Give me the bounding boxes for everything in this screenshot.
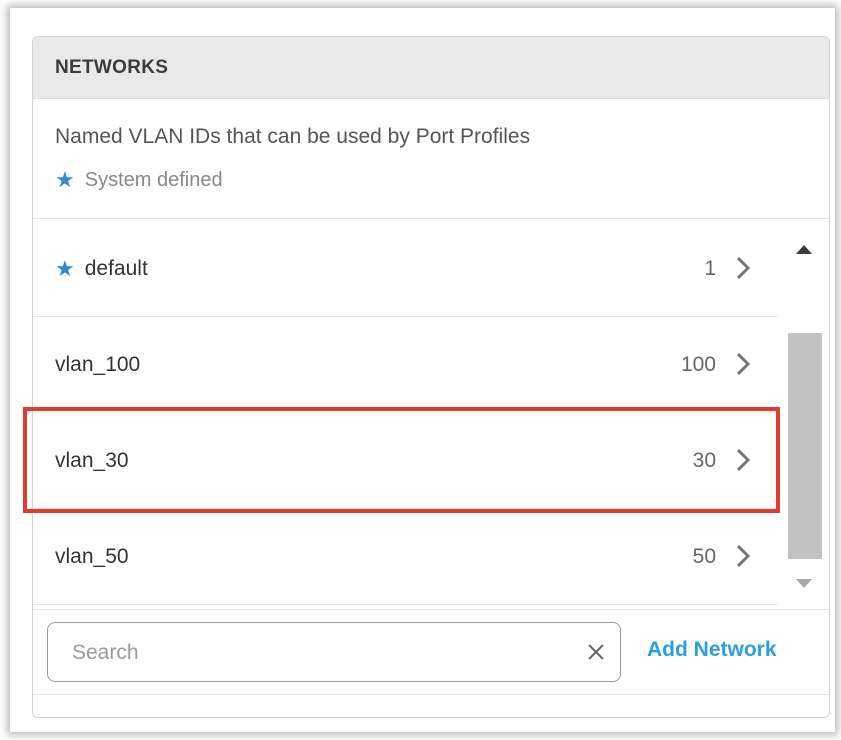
legend-label: System defined [84,168,223,191]
network-name: vlan_30 [55,448,129,472]
footer-divider [33,694,829,695]
clear-icon[interactable] [586,642,606,662]
network-name: ★ default [55,256,148,282]
chevron-right-icon [736,544,751,568]
network-row-vlan_50[interactable]: vlan_50 50 [33,509,778,605]
network-row-default[interactable]: ★ default 1 [33,221,778,317]
chevron-right-icon [736,352,751,376]
add-network-button[interactable]: Add Network [647,638,777,662]
chevron-right-icon [736,256,751,280]
system-defined-legend: ★ System defined [55,167,829,193]
scroll-up-arrow-icon[interactable] [795,243,813,255]
scrollbar-thumb[interactable] [788,333,822,559]
network-row-vlan_100[interactable]: vlan_100 100 [33,317,778,413]
vlan-id: 30 [692,448,716,472]
search-input[interactable] [70,623,554,683]
network-name-text: default [84,256,148,280]
list-scrollbar[interactable] [785,221,823,609]
network-row-vlan_30[interactable]: vlan_30 30 [33,413,778,509]
networks-panel: NETWORKS Named VLAN IDs that can be used… [32,36,830,718]
panel-description: Named VLAN IDs that can be used by Port … [55,125,531,148]
star-icon: ★ [55,255,75,281]
vlan-id: 1 [704,256,716,280]
panel-footer: Add Network [33,609,829,717]
vlan-id: 100 [680,352,716,376]
scroll-down-arrow-icon[interactable] [795,577,813,589]
network-list: ★ default 1 vlan_100 100 vlan_30 30 vlan… [33,221,829,609]
chevron-right-icon [736,448,751,472]
vlan-id: 50 [692,544,716,568]
search-box[interactable] [47,622,621,683]
panel-description-area: Named VLAN IDs that can be used by Port … [33,99,829,219]
star-icon: ★ [55,167,75,192]
panel-title: NETWORKS [33,37,829,99]
network-name: vlan_100 [55,352,141,376]
network-name: vlan_50 [55,544,129,568]
